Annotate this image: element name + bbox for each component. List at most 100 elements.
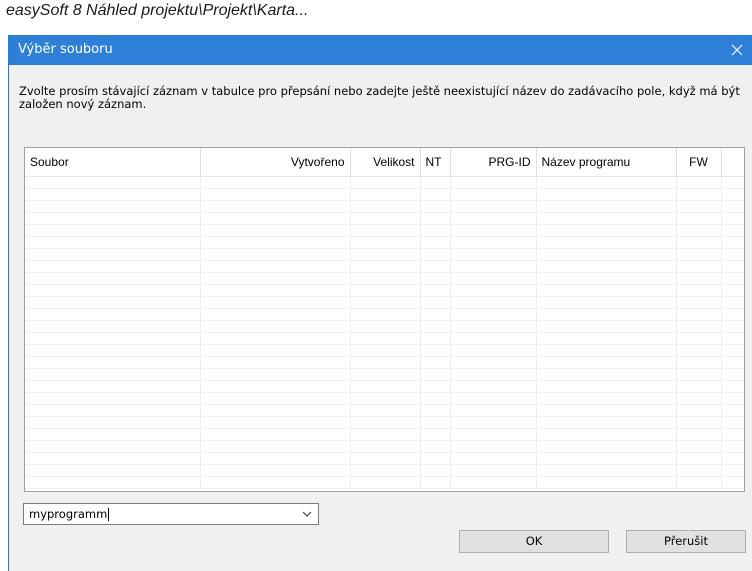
table-cell <box>536 440 677 453</box>
table-cell <box>350 176 421 189</box>
table-cell <box>721 392 744 405</box>
table-cell <box>200 236 351 249</box>
table-cell <box>676 392 722 405</box>
table-cell <box>25 368 201 381</box>
table-cell <box>536 212 677 225</box>
column-header-velikost[interactable]: Velikost <box>350 148 421 177</box>
table-cell <box>721 188 744 201</box>
table-cell <box>676 440 722 453</box>
table-cell <box>676 404 722 417</box>
column-header-prg-id[interactable]: PRG-ID <box>450 148 537 177</box>
table-cell <box>536 236 677 249</box>
table-cell <box>200 176 351 189</box>
table-cell <box>721 464 744 477</box>
table-row <box>25 332 744 345</box>
table-cell <box>200 356 351 369</box>
table-cell <box>200 248 351 261</box>
table-body <box>25 176 744 489</box>
table-cell <box>721 176 744 189</box>
ok-button[interactable]: OK <box>459 530 609 553</box>
table-cell <box>200 224 351 237</box>
dialog-titlebar[interactable]: Výběr souboru <box>9 35 752 65</box>
table-cell <box>200 344 351 357</box>
table-cell <box>536 332 677 345</box>
table-row <box>25 272 744 285</box>
table-cell <box>350 296 421 309</box>
table-cell <box>450 392 537 405</box>
column-header-fw[interactable]: FW <box>676 148 722 177</box>
table-cell <box>350 356 421 369</box>
table-cell <box>200 212 351 225</box>
chevron-down-icon[interactable] <box>300 504 314 524</box>
table-cell <box>450 212 537 225</box>
table-cell <box>25 392 201 405</box>
table-row <box>25 248 744 261</box>
column-header-vytvoreno[interactable]: Vytvořeno <box>200 148 351 177</box>
table-row <box>25 476 744 489</box>
table-cell <box>350 260 421 273</box>
table-cell <box>721 344 744 357</box>
table-cell <box>350 236 421 249</box>
table-cell <box>420 344 451 357</box>
table-cell <box>420 176 451 189</box>
table-cell <box>25 296 201 309</box>
file-table[interactable]: Soubor Vytvořeno Velikost NT PRG-ID Náze… <box>24 147 745 492</box>
table-cell <box>25 188 201 201</box>
table-row <box>25 380 744 393</box>
table-cell <box>450 224 537 237</box>
table-row <box>25 428 744 441</box>
table-cell <box>450 188 537 201</box>
table-cell <box>200 200 351 213</box>
cancel-button[interactable]: Přerušit <box>626 530 746 553</box>
table-cell <box>676 188 722 201</box>
table-cell <box>450 296 537 309</box>
table-cell <box>25 356 201 369</box>
table-row <box>25 344 744 357</box>
table-cell <box>676 380 722 393</box>
table-cell <box>536 380 677 393</box>
table-cell <box>536 248 677 261</box>
table-cell <box>350 440 421 453</box>
filename-combobox[interactable]: myprogramm <box>23 503 319 525</box>
table-cell <box>676 332 722 345</box>
table-cell <box>721 380 744 393</box>
table-cell <box>200 284 351 297</box>
table-cell <box>676 236 722 249</box>
table-cell <box>420 416 451 429</box>
table-cell <box>200 332 351 345</box>
column-header-soubor[interactable]: Soubor <box>25 148 201 177</box>
table-cell <box>450 248 537 261</box>
table-row <box>25 440 744 453</box>
table-cell <box>450 404 537 417</box>
table-cell <box>721 404 744 417</box>
column-header-nazev-programu[interactable]: Název programu <box>536 148 677 177</box>
filename-input[interactable]: myprogramm <box>29 504 110 524</box>
table-cell <box>721 416 744 429</box>
close-icon[interactable] <box>722 35 752 65</box>
table-cell <box>350 272 421 285</box>
table-cell <box>536 452 677 465</box>
table-row <box>25 404 744 417</box>
table-cell <box>350 452 421 465</box>
table-cell <box>420 392 451 405</box>
table-cell <box>25 320 201 333</box>
table-cell <box>450 476 537 489</box>
table-cell <box>536 344 677 357</box>
table-cell <box>676 248 722 261</box>
table-cell <box>350 212 421 225</box>
column-header-nt[interactable]: NT <box>420 148 451 177</box>
table-cell <box>721 272 744 285</box>
table-cell <box>721 284 744 297</box>
table-cell <box>450 440 537 453</box>
table-cell <box>721 260 744 273</box>
table-cell <box>721 248 744 261</box>
table-cell <box>721 452 744 465</box>
table-cell <box>450 380 537 393</box>
table-cell <box>450 368 537 381</box>
table-cell <box>450 320 537 333</box>
table-cell <box>200 404 351 417</box>
table-cell <box>350 320 421 333</box>
table-cell <box>200 440 351 453</box>
table-cell <box>536 224 677 237</box>
table-cell <box>420 452 451 465</box>
